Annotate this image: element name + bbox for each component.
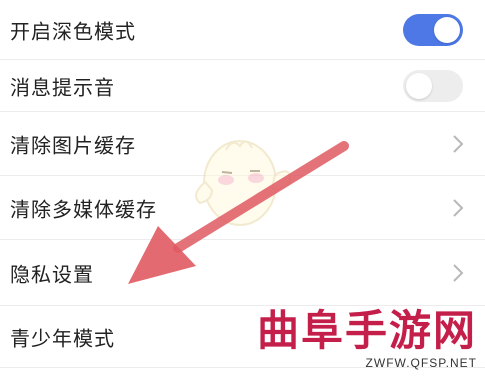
watermark-title: 曲阜手游网 — [256, 306, 477, 355]
toggle-knob — [434, 16, 460, 43]
youth-mode-label: 青少年模式 — [10, 326, 115, 350]
privacy-settings-row[interactable]: 隐私设置 — [0, 240, 485, 306]
chevron-right-icon — [453, 263, 464, 282]
site-watermark: 曲阜手游网 ZWFW.QFSP.NET — [256, 306, 477, 371]
notification-sound-row[interactable]: 消息提示音 — [0, 60, 485, 112]
notification-sound-toggle[interactable] — [403, 69, 463, 102]
toggle-knob — [406, 72, 432, 99]
clear-media-cache-row[interactable]: 清除多媒体缓存 — [0, 176, 485, 240]
watermark-url: ZWFW.QFSP.NET — [365, 356, 477, 370]
notification-sound-label: 消息提示音 — [10, 75, 115, 99]
privacy-settings-label: 隐私设置 — [10, 262, 94, 286]
chevron-right-icon — [453, 134, 464, 153]
chevron-right-icon — [453, 198, 464, 217]
dark-mode-label: 开启深色模式 — [10, 19, 136, 43]
clear-image-cache-label: 清除图片缓存 — [10, 133, 136, 157]
clear-media-cache-label: 清除多媒体缓存 — [10, 197, 157, 221]
clear-image-cache-row[interactable]: 清除图片缓存 — [0, 112, 485, 176]
dark-mode-toggle[interactable] — [403, 13, 463, 46]
dark-mode-row[interactable]: 开启深色模式 — [0, 0, 485, 60]
